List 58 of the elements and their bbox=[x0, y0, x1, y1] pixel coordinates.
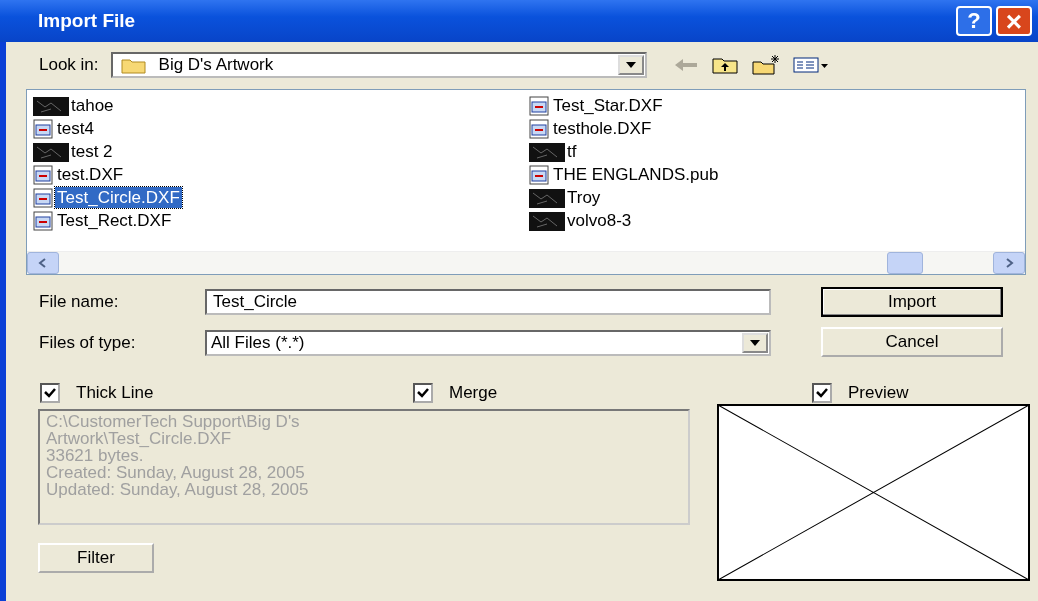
file-item[interactable]: tahoe bbox=[69, 95, 116, 116]
document-icon bbox=[529, 95, 549, 116]
file-info-line: Created: Sunday, August 28, 2005 bbox=[46, 464, 306, 481]
look-in-dropdown[interactable]: Big D's Artwork bbox=[110, 52, 647, 78]
close-button[interactable]: × bbox=[996, 6, 1032, 36]
look-in-label: Look in: bbox=[39, 55, 99, 75]
file-item[interactable]: test 2 bbox=[69, 141, 115, 162]
file-item[interactable]: THE ENGLANDS.pub bbox=[551, 164, 721, 185]
file-info-line: Artwork\Test_Circle.DXF bbox=[46, 430, 232, 447]
import-button[interactable]: Import bbox=[821, 287, 1003, 317]
folder-icon bbox=[120, 56, 147, 74]
help-button[interactable]: ? bbox=[956, 6, 992, 36]
file-info-line: Updated: Sunday, August 28, 2005 bbox=[46, 481, 310, 498]
checkbox[interactable] bbox=[40, 383, 60, 403]
scroll-thumb[interactable] bbox=[887, 252, 923, 274]
file-name-field[interactable]: Test_Circle bbox=[205, 289, 771, 315]
thumbnail-icon bbox=[529, 141, 565, 162]
horizontal-scrollbar[interactable] bbox=[27, 251, 1025, 274]
file-info-line: C:\CustomerTech Support\Big D's bbox=[46, 413, 301, 430]
filter-button[interactable]: Filter bbox=[38, 543, 154, 573]
thumbnail-icon bbox=[529, 210, 565, 231]
file-item[interactable]: test4 bbox=[55, 118, 96, 139]
window-title: Import File bbox=[38, 10, 136, 32]
document-icon bbox=[33, 210, 53, 231]
scroll-left-button[interactable] bbox=[27, 252, 59, 274]
up-folder-icon[interactable] bbox=[710, 55, 739, 75]
document-icon bbox=[529, 164, 549, 185]
file-item[interactable]: testhole.DXF bbox=[551, 118, 654, 139]
check-icon bbox=[417, 388, 429, 398]
document-icon bbox=[33, 187, 53, 208]
file-name-label: File name: bbox=[38, 292, 120, 312]
scroll-right-button[interactable] bbox=[993, 252, 1025, 274]
thumbnail-icon bbox=[33, 95, 69, 116]
view-menu-icon[interactable] bbox=[792, 55, 829, 75]
check-icon bbox=[44, 388, 56, 398]
checkbox[interactable] bbox=[413, 383, 433, 403]
file-item[interactable]: Test_Rect.DXF bbox=[55, 210, 174, 231]
document-icon bbox=[529, 118, 549, 139]
document-icon bbox=[33, 118, 53, 139]
file-item[interactable]: Test_Star.DXF bbox=[551, 95, 665, 116]
file-item[interactable]: Test_Circle.DXF bbox=[55, 187, 182, 208]
checkbox[interactable] bbox=[812, 383, 832, 403]
file-item[interactable]: test.DXF bbox=[55, 164, 126, 185]
cancel-button[interactable]: Cancel bbox=[821, 327, 1003, 357]
checkbox-label: Thick Line bbox=[76, 383, 154, 403]
check-icon bbox=[816, 388, 828, 398]
file-type-label: Files of type: bbox=[38, 333, 137, 353]
thumbnail-icon bbox=[33, 141, 69, 162]
file-item[interactable]: Troy bbox=[565, 187, 603, 208]
thumbnail-icon bbox=[529, 187, 565, 208]
file-info-line: 33621 bytes. bbox=[46, 447, 144, 464]
checkbox-label: Merge bbox=[449, 383, 498, 403]
checkbox-label: Preview bbox=[848, 383, 909, 403]
new-folder-icon[interactable] bbox=[750, 54, 781, 76]
document-icon bbox=[33, 164, 53, 185]
file-item[interactable]: volvo8-3 bbox=[565, 210, 634, 231]
file-item[interactable]: tf bbox=[565, 141, 579, 162]
file-type-dropdown[interactable]: All Files (*.*) bbox=[205, 330, 771, 356]
